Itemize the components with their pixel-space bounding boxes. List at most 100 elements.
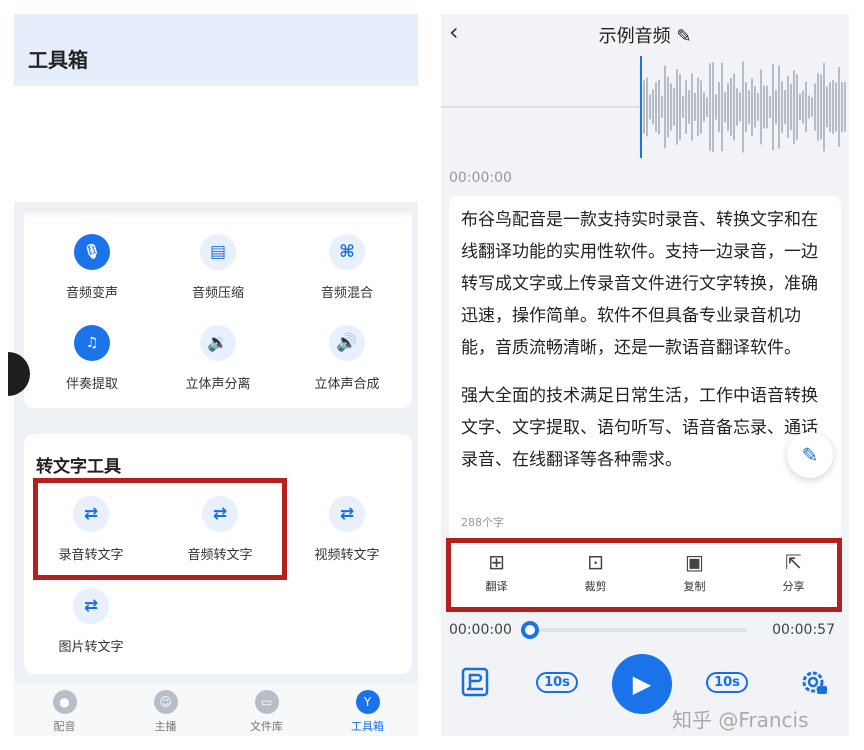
files-icon: ▭ <box>254 690 279 714</box>
waveform-bar <box>772 63 774 151</box>
waveform-bar <box>805 81 807 133</box>
waveform-bar <box>721 62 723 152</box>
waveform-bar <box>712 62 714 152</box>
waveform-bar <box>643 80 645 134</box>
toolbox-screen: 工具箱 🎙 音频变声 ▤ 音频压缩 ⌘ 音频混合 ♫ 伴奏提取 🔉 立体声分离 … <box>14 14 418 736</box>
waveform-bar <box>757 93 759 121</box>
play-button[interactable]: ▶ <box>612 654 672 714</box>
detail-header: ‹ 示例音频 ✎ <box>441 14 849 54</box>
stereo-merge-icon: 🔊 <box>329 325 365 361</box>
extract-icon: ♫ <box>74 325 110 361</box>
waveform-bar <box>715 94 717 120</box>
waveform-graphic <box>441 56 846 158</box>
waveform-bar <box>829 82 831 132</box>
progress-knob[interactable] <box>521 621 539 639</box>
timestamp-label: 00:00:00 <box>449 170 512 186</box>
audio-tools-card: 🎙 音频变声 ▤ 音频压缩 ⌘ 音频混合 ♫ 伴奏提取 🔉 立体声分离 🔊 立体… <box>24 208 412 408</box>
transcript-card[interactable]: 布谷鸟配音是一款支持实时录音、转换文字和在线翻译功能的实用性软件。支持一边录音，… <box>449 196 841 540</box>
tool-label: 音频压缩 <box>191 286 244 301</box>
mic-icon: 🎙 <box>74 234 110 270</box>
image-to-text-icon: ⇄ <box>73 588 109 624</box>
waveform-bar <box>796 74 798 140</box>
waveform-bar <box>826 86 828 128</box>
tab-files[interactable]: ▭ 文件库 <box>216 684 317 736</box>
waveform-bar <box>670 83 672 131</box>
progress-track[interactable] <box>529 628 747 632</box>
tool-label: 伴奏提取 <box>65 377 118 392</box>
waveform-bar <box>778 65 780 149</box>
waveform-bar <box>664 65 666 149</box>
forward-10s-button[interactable]: 10s <box>705 654 749 710</box>
waveform-bar <box>700 80 702 134</box>
tab-label: 主播 <box>154 720 177 733</box>
waveform-bar <box>823 62 825 152</box>
waveform-bar <box>784 90 786 124</box>
waveform-bar <box>754 86 756 128</box>
waveform-bar <box>706 97 708 117</box>
tool-video-to-text[interactable]: ⇄ 视频转文字 <box>292 496 402 563</box>
compress-icon: ▤ <box>200 234 236 270</box>
audio-title[interactable]: 示例音频 ✎ <box>441 22 849 48</box>
waveform-bar <box>661 96 663 118</box>
waveform-bar <box>691 73 693 141</box>
stereo-split-icon: 🔉 <box>200 325 236 361</box>
settings-button[interactable] <box>793 654 833 710</box>
waveform-bar <box>802 90 804 124</box>
waveform-bar <box>799 93 801 121</box>
waveform-bar <box>769 95 771 119</box>
tab-label: 配音 <box>53 720 76 733</box>
watermark: 知乎 @Francis <box>672 708 809 732</box>
tool-audio-compress[interactable]: ▤ 音频压缩 <box>163 234 273 301</box>
waveform-bar <box>841 81 843 133</box>
rewind-icon: 10s <box>536 671 578 693</box>
waveform[interactable] <box>441 56 849 158</box>
edit-fab-button[interactable]: ✎ <box>787 432 833 478</box>
edit-title-icon[interactable]: ✎ <box>676 26 691 47</box>
waveform-bar <box>820 74 822 140</box>
tool-label: 视频转文字 <box>314 548 380 563</box>
tab-label: 文件库 <box>250 720 283 733</box>
waveform-bar <box>739 92 741 122</box>
transcript-toggle-button[interactable] <box>455 654 495 710</box>
tool-stereo-split[interactable]: 🔉 立体声分离 <box>163 325 273 392</box>
toolbox-header: 工具箱 <box>14 14 418 86</box>
char-count: 288个字 <box>461 516 504 529</box>
waveform-bar <box>646 77 648 137</box>
waveform-bar <box>718 82 720 132</box>
waveform-bar <box>730 78 732 136</box>
title-text: 示例音频 <box>598 26 671 47</box>
tool-stereo-merge[interactable]: 🔊 立体声合成 <box>292 325 402 392</box>
waveform-bar <box>655 82 657 132</box>
tool-accompaniment-extract[interactable]: ♫ 伴奏提取 <box>37 325 147 392</box>
waveform-bar <box>745 82 747 132</box>
tool-audio-mix[interactable]: ⌘ 音频混合 <box>292 234 402 301</box>
waveform-bar <box>736 88 738 126</box>
tool-label: 立体声合成 <box>314 377 380 392</box>
highlight-box <box>446 538 842 612</box>
page-title: 工具箱 <box>28 48 88 72</box>
waveform-bar <box>703 92 705 122</box>
bottom-tab-bar: ● 配音 ☺ 主播 ▭ 文件库 Y 工具箱 <box>14 684 418 736</box>
rewind-10s-button[interactable]: 10s <box>535 654 579 710</box>
forward-icon: 10s <box>706 671 748 693</box>
tool-audio-voice-change[interactable]: 🎙 音频变声 <box>37 234 147 301</box>
tab-toolbox[interactable]: Y 工具箱 <box>317 684 418 736</box>
tab-label: 工具箱 <box>351 720 384 733</box>
waveform-bar <box>697 77 699 137</box>
waveform-bar <box>814 83 816 131</box>
tab-anchor[interactable]: ☺ 主播 <box>115 684 216 736</box>
anchor-icon: ☺ <box>153 690 178 714</box>
waveform-bar <box>760 69 762 145</box>
waveform-bar <box>808 95 810 119</box>
tab-dub[interactable]: ● 配音 <box>14 684 115 736</box>
tool-image-to-text[interactable]: ⇄ 图片转文字 <box>36 588 146 655</box>
waveform-bar <box>817 73 819 141</box>
waveform-bar <box>838 67 840 147</box>
waveform-bar <box>679 74 681 140</box>
waveform-bar <box>835 82 837 132</box>
current-time: 00:00:00 <box>449 622 512 638</box>
waveform-bar <box>793 70 795 144</box>
waveform-bar <box>727 83 729 131</box>
waveform-bar <box>658 79 660 135</box>
waveform-bar <box>688 90 690 124</box>
